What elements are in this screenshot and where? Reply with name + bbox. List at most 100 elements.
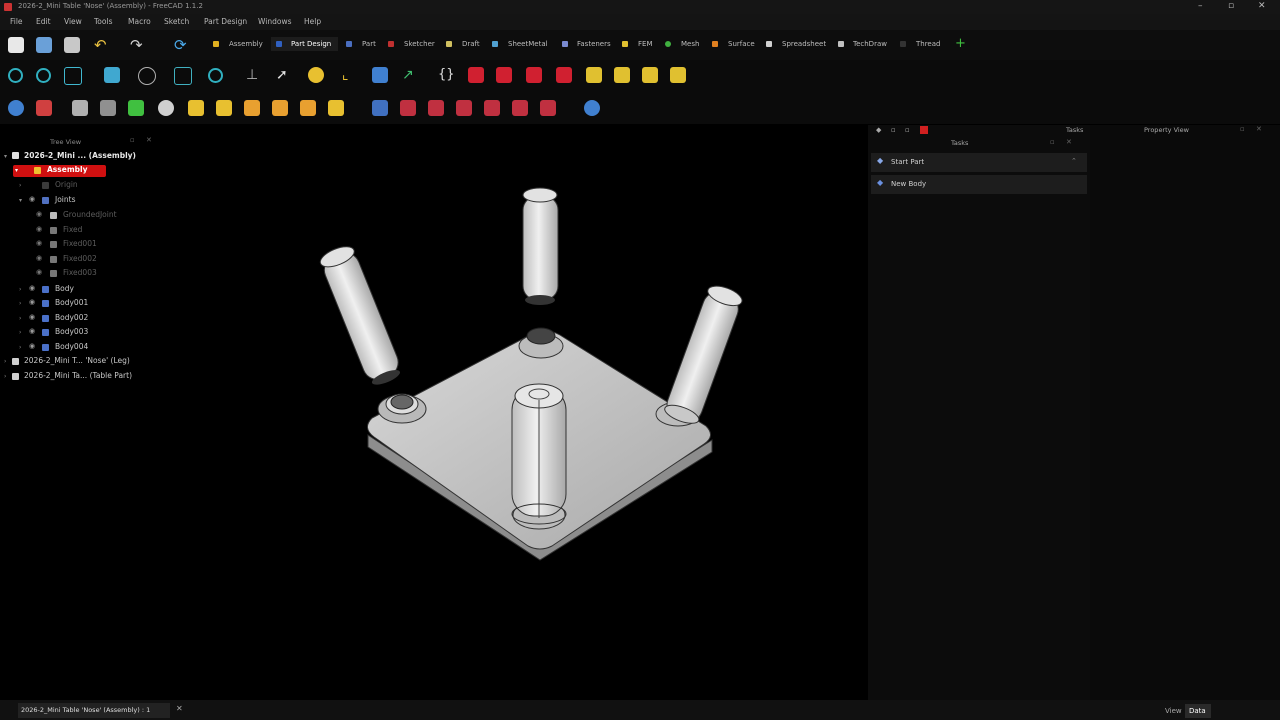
- shape-binder-icon[interactable]: [8, 100, 24, 116]
- expand-arrow-icon[interactable]: ▾: [19, 197, 22, 204]
- isometric-view-icon[interactable]: [64, 67, 82, 85]
- tree-float-icon[interactable]: ▫: [130, 136, 135, 144]
- front-view-icon[interactable]: [174, 67, 192, 85]
- tree-item-table-part-document[interactable]: 2026-2_Mini Ta... (Table Part): [24, 371, 132, 380]
- leg-back[interactable]: [522, 187, 559, 305]
- collapse-icon[interactable]: ⌃: [1071, 157, 1077, 165]
- panel-minimize-icon[interactable]: ▫: [905, 126, 910, 134]
- pipe-icon[interactable]: [272, 100, 288, 116]
- stereo-view-icon[interactable]: [138, 67, 156, 85]
- panel-pin-icon[interactable]: ◆: [876, 126, 881, 134]
- clone-body-icon[interactable]: [72, 100, 88, 116]
- undo-icon[interactable]: ↶: [94, 37, 110, 53]
- tree-item-grounded-joint[interactable]: GroundedJoint: [63, 210, 117, 219]
- tab-data[interactable]: Data: [1189, 707, 1206, 715]
- add-workbench-icon[interactable]: +: [955, 36, 966, 51]
- expand-arrow-icon[interactable]: ›: [19, 182, 21, 189]
- visibility-eye-icon[interactable]: ◉: [36, 210, 42, 218]
- workbench-draft[interactable]: Draft: [462, 40, 480, 48]
- tree-item-joints[interactable]: Joints: [55, 195, 76, 204]
- menu-tools[interactable]: Tools: [94, 17, 112, 26]
- workbench-spreadsheet[interactable]: Spreadsheet: [782, 40, 826, 48]
- tab-close-icon[interactable]: ✕: [176, 704, 183, 713]
- menu-view[interactable]: View: [64, 17, 82, 26]
- sub-shape-binder-icon[interactable]: [36, 100, 52, 116]
- expand-arrow-icon[interactable]: ›: [19, 315, 21, 322]
- menu-edit[interactable]: Edit: [36, 17, 51, 26]
- expand-arrow-icon[interactable]: ▾: [4, 153, 7, 160]
- leg-front[interactable]: [511, 383, 567, 525]
- mushroom-icon[interactable]: [158, 100, 174, 116]
- subtractive-loft-icon[interactable]: [456, 100, 472, 116]
- additive-primitive-icon[interactable]: [328, 100, 344, 116]
- expression-icon[interactable]: {}: [438, 67, 455, 83]
- 3d-viewport[interactable]: [160, 125, 868, 700]
- fit-all-icon[interactable]: [8, 68, 23, 83]
- revolution-icon[interactable]: [216, 100, 232, 116]
- validate-sketch-icon[interactable]: [526, 67, 542, 83]
- tasks-tab-label[interactable]: Tasks: [1066, 126, 1083, 134]
- helix-icon[interactable]: [300, 100, 316, 116]
- workbench-assembly[interactable]: Assembly: [229, 40, 263, 48]
- workbench-fem[interactable]: FEM: [638, 40, 653, 48]
- pocket-icon[interactable]: [372, 100, 388, 116]
- datum-plane-icon[interactable]: [642, 67, 658, 83]
- tree-item-body001[interactable]: Body001: [55, 298, 88, 307]
- expand-arrow-icon[interactable]: ›: [4, 373, 6, 380]
- expand-arrow-icon[interactable]: ▾: [15, 167, 18, 174]
- pad-icon[interactable]: [188, 100, 204, 116]
- tasks-close-icon[interactable]: ✕: [1066, 138, 1072, 146]
- subtractive-pipe-icon[interactable]: [484, 100, 500, 116]
- leg-right[interactable]: [662, 282, 744, 427]
- workbench-surface[interactable]: Surface: [728, 40, 755, 48]
- tree-item-body004[interactable]: Body004: [55, 342, 88, 351]
- zoom-icon[interactable]: [208, 68, 223, 83]
- datum-line-icon[interactable]: [614, 67, 630, 83]
- puzzle-icon[interactable]: [128, 100, 144, 116]
- boolean-icon[interactable]: [584, 100, 600, 116]
- hole-icon[interactable]: [400, 100, 416, 116]
- tree-item-body003[interactable]: Body003: [55, 327, 88, 336]
- new-document-icon[interactable]: [8, 37, 24, 53]
- minimize-icon[interactable]: –: [1198, 1, 1203, 11]
- expand-arrow-icon[interactable]: ›: [19, 344, 21, 351]
- panel-float-icon[interactable]: ▫: [891, 126, 896, 134]
- tasks-float-icon[interactable]: ▫: [1050, 138, 1055, 146]
- local-coordinate-icon[interactable]: [670, 67, 686, 83]
- create-body-icon[interactable]: [468, 67, 484, 83]
- folder-icon[interactable]: [372, 67, 388, 83]
- workbench-sheetmetal[interactable]: SheetMetal: [508, 40, 548, 48]
- tab-view[interactable]: View: [1165, 707, 1182, 715]
- maximize-icon[interactable]: ▫: [1228, 1, 1234, 11]
- groove-icon[interactable]: [428, 100, 444, 116]
- refresh-icon[interactable]: ⟳: [174, 37, 190, 53]
- menu-file[interactable]: File: [10, 17, 23, 26]
- workbench-thread[interactable]: Thread: [916, 40, 940, 48]
- visibility-eye-icon[interactable]: ◉: [36, 254, 42, 262]
- visibility-eye-icon[interactable]: ◉: [36, 239, 42, 247]
- expand-arrow-icon[interactable]: ›: [19, 286, 21, 293]
- coordinate-system-icon[interactable]: ⌞: [342, 67, 358, 83]
- visibility-eye-icon[interactable]: ◉: [29, 342, 35, 350]
- visibility-eye-icon[interactable]: ◉: [29, 284, 35, 292]
- menu-sketch[interactable]: Sketch: [164, 17, 189, 26]
- new-body-button[interactable]: ◆ New Body: [871, 175, 1087, 194]
- leg-left[interactable]: [318, 243, 405, 389]
- document-tab[interactable]: 2026-2_Mini Table 'Nose' (Assembly) : 1: [18, 703, 170, 718]
- workbench-sketcher[interactable]: Sketcher: [404, 40, 435, 48]
- workbench-part-design[interactable]: Part Design: [291, 40, 331, 48]
- tree-item-fixed002[interactable]: Fixed002: [63, 254, 97, 263]
- subtractive-primitive-icon[interactable]: [540, 100, 556, 116]
- measure-icon[interactable]: ⊥: [246, 67, 262, 83]
- save-icon[interactable]: [64, 37, 80, 53]
- create-sketch-icon[interactable]: [496, 67, 512, 83]
- tree-item-document[interactable]: 2026-2_Mini ... (Assembly): [24, 151, 136, 160]
- tree-item-fixed001[interactable]: Fixed001: [63, 239, 97, 248]
- select-cursor-icon[interactable]: ➚: [276, 67, 292, 83]
- tree-close-icon[interactable]: ✕: [146, 136, 152, 144]
- start-part-button[interactable]: ◆ Start Part ⌃: [871, 153, 1087, 172]
- expand-arrow-icon[interactable]: ›: [19, 300, 21, 307]
- visibility-eye-icon[interactable]: ◉: [29, 298, 35, 306]
- visibility-eye-icon[interactable]: ◉: [29, 327, 35, 335]
- expand-arrow-icon[interactable]: ›: [4, 358, 6, 365]
